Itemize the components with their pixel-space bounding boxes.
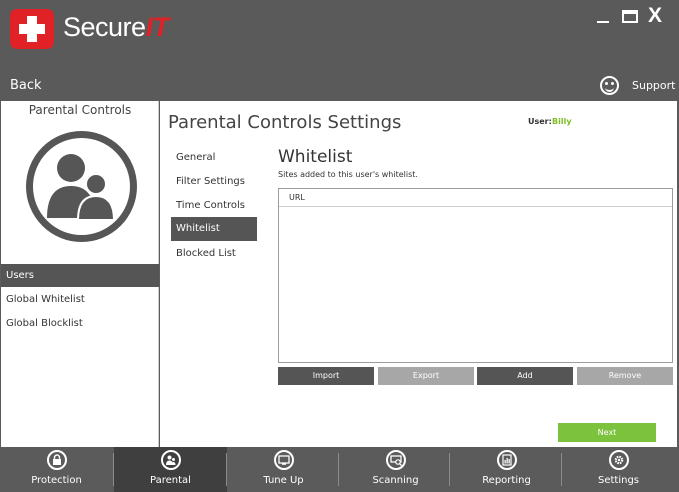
nav-label: Reporting xyxy=(482,475,531,486)
nav-reporting[interactable]: Reporting xyxy=(450,447,563,492)
remove-button[interactable]: Remove xyxy=(577,367,673,385)
brand-main-text: Secure xyxy=(63,12,146,42)
minimize-icon[interactable] xyxy=(597,21,609,23)
import-button[interactable]: Import xyxy=(278,367,374,385)
left-panel-title: Parental Controls xyxy=(28,103,132,117)
main-panel: Parental Controls Settings User: Billy G… xyxy=(160,101,677,447)
support-link[interactable]: Support xyxy=(632,79,675,92)
nav-tune-up[interactable]: Tune Up xyxy=(227,447,340,492)
whitelist-table[interactable]: URL xyxy=(278,188,673,363)
support-icon[interactable] xyxy=(600,76,619,95)
bottom-nav: Protection Parental Tune Up Scanning Rep… xyxy=(0,447,679,492)
nav-label: Scanning xyxy=(372,475,419,486)
nav-label: Protection xyxy=(31,475,82,486)
nav-parental[interactable]: Parental xyxy=(114,447,227,492)
user-value: Billy xyxy=(552,117,572,126)
next-button[interactable]: Next xyxy=(558,423,656,442)
scan-icon xyxy=(386,450,406,470)
left-panel: Parental Controls Users Global Whitelist… xyxy=(1,101,159,447)
subnav-blocked-list[interactable]: Blocked List xyxy=(171,242,257,266)
subnav-general[interactable]: General xyxy=(171,146,257,170)
add-button[interactable]: Add xyxy=(477,367,573,385)
section-description: Sites added to this user's whitelist. xyxy=(278,170,418,179)
monitor-icon xyxy=(274,450,294,470)
brand-logo: SecureIT xyxy=(63,12,169,43)
table-header: URL xyxy=(279,189,672,207)
header: SecureIT X Back Support xyxy=(0,0,679,101)
report-icon xyxy=(497,450,517,470)
subnav-filter-settings[interactable]: Filter Settings xyxy=(171,170,257,194)
user-label: User: xyxy=(528,117,552,126)
maximize-icon[interactable] xyxy=(622,10,638,23)
url-column-header[interactable]: URL xyxy=(289,193,305,202)
back-button[interactable]: Back xyxy=(10,78,42,93)
left-item-global-whitelist[interactable]: Global Whitelist xyxy=(1,288,159,311)
nav-label: Parental xyxy=(150,475,191,486)
nav-settings[interactable]: Settings xyxy=(562,447,675,492)
nav-protection[interactable]: Protection xyxy=(0,447,113,492)
brand-accent-text: IT xyxy=(145,12,170,42)
left-item-users[interactable]: Users xyxy=(1,264,159,287)
nav-scanning[interactable]: Scanning xyxy=(339,447,452,492)
family-avatar-icon xyxy=(26,131,137,242)
logo-cross-icon xyxy=(10,9,54,49)
nav-label: Tune Up xyxy=(263,475,304,486)
subnav-time-controls[interactable]: Time Controls xyxy=(171,194,257,218)
subnav-whitelist[interactable]: Whitelist xyxy=(171,217,257,241)
left-item-global-blocklist[interactable]: Global Blocklist xyxy=(1,312,159,335)
lock-icon xyxy=(47,450,67,470)
page-title: Parental Controls Settings xyxy=(168,112,402,133)
gear-icon xyxy=(609,450,629,470)
export-button[interactable]: Export xyxy=(378,367,474,385)
family-icon xyxy=(161,450,181,470)
section-title: Whitelist xyxy=(278,147,353,167)
close-icon[interactable]: X xyxy=(648,4,662,28)
nav-label: Settings xyxy=(597,475,639,486)
